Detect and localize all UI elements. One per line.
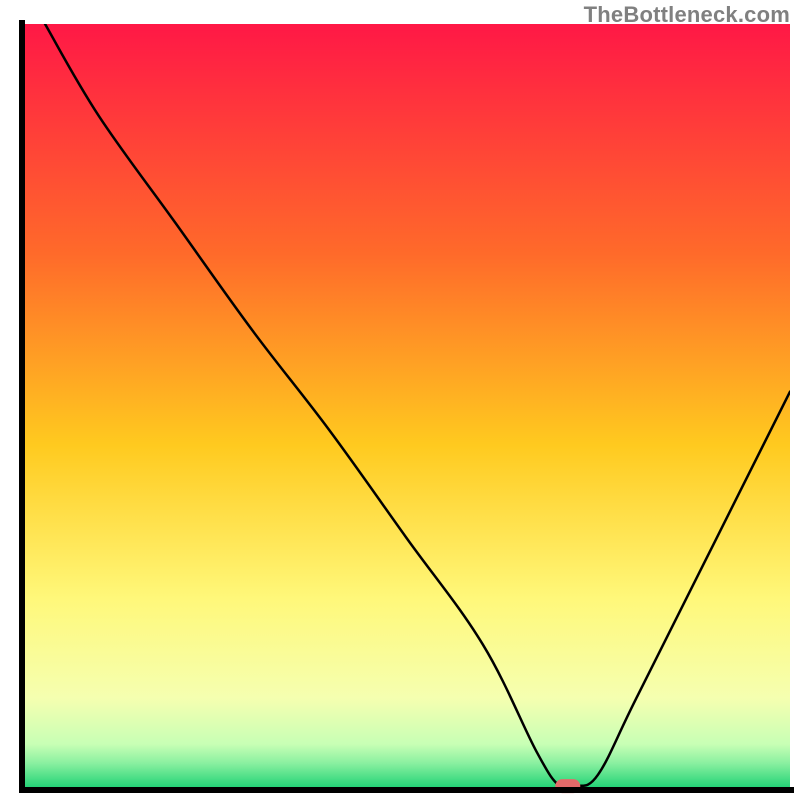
gradient-background xyxy=(22,24,790,790)
bottleneck-chart xyxy=(0,0,800,800)
chart-container: { "watermark": "TheBottleneck.com", "cha… xyxy=(0,0,800,800)
watermark-text: TheBottleneck.com xyxy=(584,2,790,28)
